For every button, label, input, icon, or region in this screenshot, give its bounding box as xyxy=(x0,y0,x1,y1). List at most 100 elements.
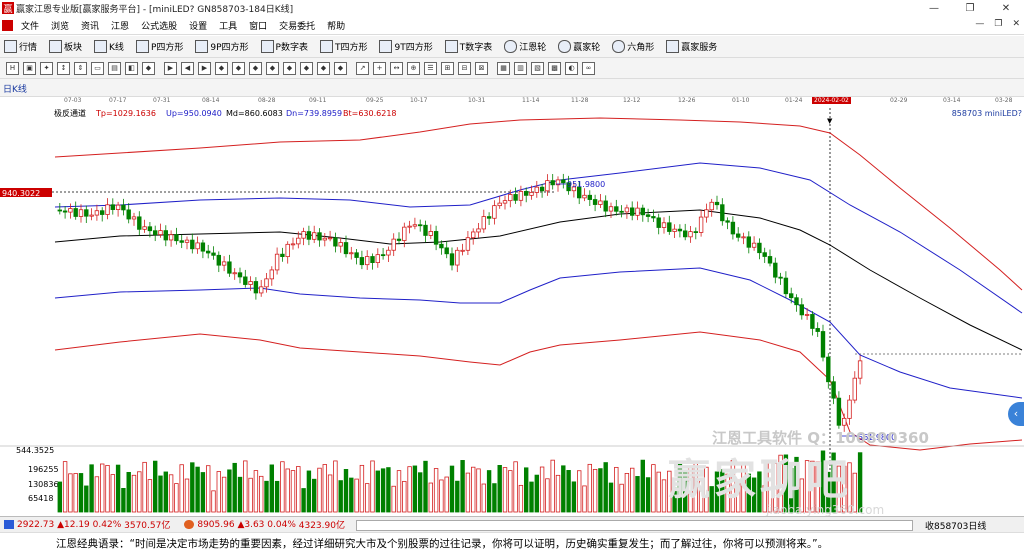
candle-body xyxy=(767,256,773,264)
volume-bar xyxy=(73,473,78,513)
volume-bar xyxy=(550,459,555,513)
quote-label: 江恩经典语录： xyxy=(56,538,130,550)
volume-bar xyxy=(84,485,89,513)
volume-bar xyxy=(587,463,592,513)
volume-bar xyxy=(354,478,359,513)
candle-body xyxy=(730,221,736,235)
candle-body xyxy=(582,194,587,199)
candle-body xyxy=(205,250,211,254)
volume-bar xyxy=(216,471,221,513)
volume-bar xyxy=(126,471,131,513)
volume-bar xyxy=(57,481,62,513)
candle-body xyxy=(603,200,608,212)
candle-body xyxy=(439,243,444,249)
volume-bar xyxy=(285,468,290,513)
volume-bar xyxy=(630,467,635,513)
volume-bar xyxy=(391,485,396,513)
vol-tick-3: 65418 xyxy=(28,494,53,503)
volume-bar xyxy=(497,465,502,513)
candle-body xyxy=(444,247,449,255)
candle-body xyxy=(486,216,492,219)
candle-body xyxy=(359,257,365,266)
candle-body xyxy=(311,232,317,240)
candle-body xyxy=(221,261,227,266)
candle-body xyxy=(736,233,741,238)
candle-body xyxy=(195,242,200,250)
candle-body xyxy=(184,239,190,243)
candle-body xyxy=(243,276,248,285)
candle-body xyxy=(826,356,831,383)
candle-body xyxy=(709,201,714,211)
candle-body xyxy=(423,224,428,236)
candle-body xyxy=(704,209,709,218)
candle-body xyxy=(179,240,184,243)
candle-body xyxy=(550,180,555,186)
candle-body xyxy=(762,252,767,257)
candle-body xyxy=(757,242,762,254)
watermark-line1: 江恩工具软件 Q：100800360 xyxy=(712,429,929,447)
candle-body xyxy=(587,194,592,200)
candle-body xyxy=(794,297,799,306)
candle-body xyxy=(100,210,105,215)
candle-body xyxy=(211,252,216,256)
candle-body xyxy=(804,314,810,316)
candle-body xyxy=(842,417,847,426)
volume-bar xyxy=(486,470,492,513)
candle-body xyxy=(131,216,137,220)
candle-body xyxy=(258,286,264,294)
vol-tick-top: 544.3525 xyxy=(16,446,54,455)
volume-bar xyxy=(492,483,497,513)
horizontal-scrollbar[interactable] xyxy=(356,520,913,531)
volume-bar xyxy=(184,478,190,513)
volume-bar xyxy=(534,474,539,513)
candle-body xyxy=(746,236,751,248)
candle-body xyxy=(524,191,529,196)
candle-body xyxy=(449,253,455,266)
volume-bar xyxy=(539,466,545,513)
candle-body xyxy=(73,208,78,217)
quote-text: “时间是决定市场走势的重要因素，经过详细研究大市及个别股票的过往记录，你将可以证… xyxy=(129,538,829,550)
kline-chart[interactable]: 极反通道 Tp=1029.1636 Up=950.0940 Md=860.6083 Dn… xyxy=(0,0,1024,554)
volume-bar xyxy=(290,470,296,513)
volume-bar xyxy=(115,464,121,513)
param-tp: Tp=1029.1636 xyxy=(95,109,156,118)
volume-bar xyxy=(624,473,630,513)
candle-body xyxy=(402,226,407,241)
candle-body xyxy=(598,200,603,205)
volume-bar xyxy=(110,474,115,513)
volume-bar xyxy=(561,465,566,513)
candle-body xyxy=(836,397,842,426)
candle-body xyxy=(322,237,327,241)
candle-body xyxy=(529,192,534,196)
volume-bar xyxy=(211,490,216,513)
candle-body xyxy=(656,217,661,228)
code-label: 858703 miniLED? xyxy=(952,109,1022,118)
volume-bar xyxy=(375,470,380,513)
candle-body xyxy=(741,236,746,239)
cursor-marker: ▼ xyxy=(827,117,833,125)
candle-body xyxy=(497,202,502,207)
candle-body xyxy=(163,230,168,241)
candle-body xyxy=(561,179,566,184)
candle-body xyxy=(84,209,89,217)
volume-bar xyxy=(412,465,418,513)
candle-body xyxy=(820,331,826,358)
volume-bar xyxy=(465,472,471,513)
volume-bar xyxy=(635,476,640,513)
candle-body xyxy=(725,220,730,223)
price-mark-value: 940.3022 xyxy=(2,189,40,198)
candle-body xyxy=(455,249,460,266)
candle-body xyxy=(481,216,486,230)
candle-body xyxy=(126,209,131,220)
sz-index-icon xyxy=(184,520,195,529)
candle-body xyxy=(857,360,863,379)
candle-body xyxy=(301,231,306,239)
candle-body xyxy=(137,216,142,230)
candle-body xyxy=(518,191,524,201)
volume-bar xyxy=(614,466,619,513)
volume-bar xyxy=(221,476,227,513)
candle-body xyxy=(274,253,280,271)
volume-bar xyxy=(417,472,423,513)
candle-body xyxy=(375,254,380,264)
volume-bar xyxy=(656,471,661,513)
